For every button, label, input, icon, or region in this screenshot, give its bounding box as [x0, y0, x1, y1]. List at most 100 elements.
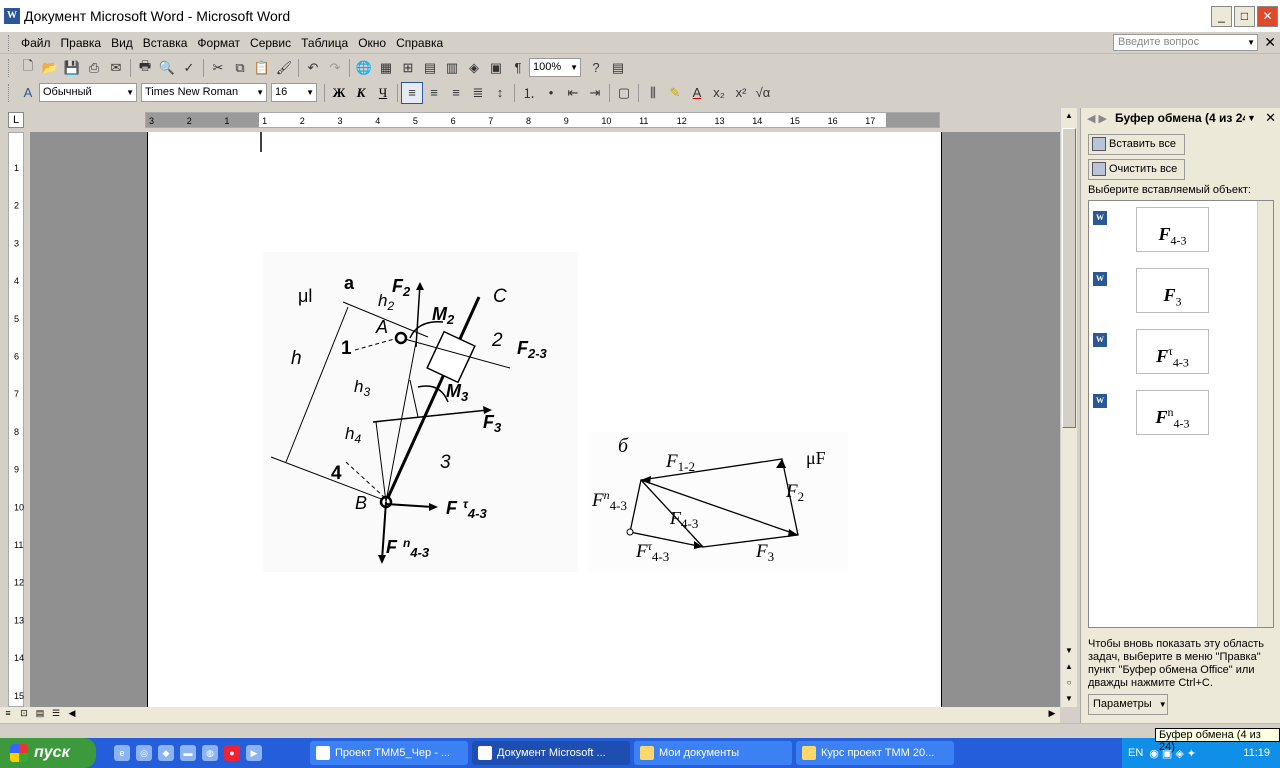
clear-all-button[interactable]: Очистить все — [1088, 159, 1185, 180]
scroll-down-icon[interactable]: ▼ — [1061, 643, 1077, 659]
borders-icon[interactable]: ▢ — [613, 82, 635, 104]
ask-question-input[interactable]: Введите вопрос ▼ — [1113, 34, 1258, 51]
toolbar-grip[interactable] — [8, 83, 11, 102]
print-preview-icon[interactable]: 🔍 — [156, 57, 178, 79]
document-area[interactable]: μl a F2 h2 C A M2 1 2 F2-3 h h3 M3 F3 h4… — [30, 132, 1060, 707]
task-button[interactable]: Курс проект ТММ 20... — [796, 741, 954, 765]
columns-icon[interactable]: ▥ — [441, 57, 463, 79]
decrease-indent-icon[interactable]: ⇤ — [562, 82, 584, 104]
tab-selector[interactable]: L — [8, 112, 24, 128]
insert-excel-icon[interactable]: ▤ — [419, 57, 441, 79]
clipboard-item[interactable]: W Fn4-3 — [1093, 390, 1253, 440]
line-spacing-icon[interactable]: ↕ — [489, 82, 511, 104]
permission-icon[interactable]: ⎙ — [83, 57, 105, 79]
drive-icon[interactable]: ▬ — [180, 745, 196, 761]
chevron-down-icon[interactable]: ▼ — [570, 59, 578, 76]
toolbar-grip[interactable] — [8, 58, 11, 77]
scroll-up-icon[interactable]: ▲ — [1061, 108, 1077, 124]
media-icon[interactable]: ● — [224, 745, 240, 761]
asian-layout-icon[interactable]: ⫼ — [642, 82, 664, 104]
task-button[interactable]: Мои документы — [634, 741, 792, 765]
styles-icon[interactable]: A — [17, 82, 39, 104]
align-center-icon[interactable]: ≡ — [423, 82, 445, 104]
bullets-icon[interactable]: • — [540, 82, 562, 104]
highlight-icon[interactable]: ✎ — [664, 82, 686, 104]
clipboard-item[interactable]: W F3 — [1093, 268, 1253, 318]
back-forward-icon[interactable]: ◀ ▶ — [1087, 112, 1107, 125]
print-view-icon[interactable]: ▤ — [32, 708, 48, 722]
outline-view-icon[interactable]: ☰ — [48, 708, 64, 722]
player-icon[interactable]: ▶ — [246, 745, 262, 761]
increase-indent-icon[interactable]: ⇥ — [584, 82, 606, 104]
menu-grip[interactable] — [8, 34, 11, 51]
ie-icon[interactable]: e — [114, 745, 130, 761]
tables-borders-icon[interactable]: ▦ — [375, 57, 397, 79]
menu-table[interactable]: Таблица — [299, 34, 356, 52]
open-icon[interactable]: 📂 — [39, 57, 61, 79]
document-close-icon[interactable]: ✕ — [1264, 34, 1276, 51]
options-button[interactable]: Параметры ▼ — [1088, 694, 1168, 715]
insert-table-icon[interactable]: ⊞ — [397, 57, 419, 79]
zoom-select[interactable]: 100% ▼ — [529, 58, 581, 77]
align-right-icon[interactable]: ≡ — [445, 82, 467, 104]
subscript-icon[interactable]: x₂ — [708, 82, 730, 104]
next-page-icon[interactable]: ▼ — [1061, 691, 1077, 707]
align-left-icon[interactable]: ≡ — [401, 81, 423, 104]
vertical-ruler[interactable]: 1 2 3 4 5 6 7 8 9 10 11 12 13 14 15 — [8, 132, 24, 707]
chevron-down-icon[interactable]: ▼ — [126, 84, 134, 101]
language-indicator[interactable]: EN — [1128, 747, 1143, 759]
save-icon[interactable]: 💾 — [61, 57, 83, 79]
undo-icon[interactable]: ↶ — [302, 57, 324, 79]
cut-icon[interactable]: ✂ — [207, 57, 229, 79]
font-color-icon[interactable]: A — [686, 82, 708, 104]
word-app-icon[interactable]: W — [4, 8, 20, 24]
new-document-icon[interactable]: 🗋 — [17, 57, 39, 79]
previous-page-icon[interactable]: ▲ — [1061, 659, 1077, 675]
normal-view-icon[interactable]: ≡ — [0, 708, 16, 722]
menu-view[interactable]: Вид — [109, 34, 141, 52]
read-icon[interactable]: ▤ — [607, 57, 629, 79]
menu-insert[interactable]: Вставка — [141, 34, 196, 52]
hyperlink-icon[interactable]: 🌐 — [353, 57, 375, 79]
chevron-down-icon[interactable]: ▼ — [306, 84, 314, 101]
horizontal-ruler[interactable]: 3 2 1 1 2 3 4 5 6 7 8 9 10 11 12 13 14 15 16 17 — [145, 112, 940, 128]
menu-edit[interactable]: Правка — [59, 34, 110, 52]
equation-icon[interactable]: √α — [752, 82, 774, 104]
show-hide-icon[interactable]: ¶ — [507, 57, 529, 79]
menu-file[interactable]: Файл — [19, 34, 59, 52]
clock[interactable]: 11:19 — [1243, 747, 1270, 759]
task-pane-scrollbar[interactable] — [1257, 201, 1273, 627]
browse-object-icon[interactable]: ○ — [1061, 675, 1077, 691]
menu-help[interactable]: Справка — [394, 34, 451, 52]
scroll-left-icon[interactable]: ◀ — [64, 708, 80, 722]
close-button[interactable]: ✕ — [1257, 6, 1278, 27]
help-icon[interactable]: ? — [585, 57, 607, 79]
minimize-button[interactable]: _ — [1211, 6, 1232, 27]
scroll-right-icon[interactable]: ▶ — [1044, 708, 1060, 722]
font-size-select[interactable]: 16 ▼ — [271, 83, 317, 102]
chevron-down-icon[interactable]: ▼ — [256, 84, 264, 101]
clipboard-items-list[interactable]: W F4-3 W F3 W Fτ4-3 W Fn4-3 — [1088, 200, 1274, 628]
chevron-down-icon[interactable]: ▼ — [1247, 113, 1256, 123]
scroll-thumb[interactable] — [1062, 128, 1076, 428]
menu-window[interactable]: Окно — [356, 34, 394, 52]
menu-format[interactable]: Формат — [195, 34, 248, 52]
italic-button[interactable]: К — [350, 82, 372, 104]
network-icon[interactable]: ◍ — [202, 745, 218, 761]
close-icon[interactable]: ✕ — [1265, 110, 1276, 126]
underline-button[interactable]: Ч — [372, 82, 394, 104]
web-view-icon[interactable]: ⊡ — [16, 708, 32, 722]
copy-icon[interactable]: ⧉ — [229, 57, 251, 79]
task-button[interactable]: Проект ТММ5_Чер - ... — [310, 741, 468, 765]
paste-all-button[interactable]: Вставить все — [1088, 134, 1185, 155]
spelling-icon[interactable]: ✓ — [178, 57, 200, 79]
format-painter-icon[interactable]: 🖌 — [273, 57, 295, 79]
superscript-icon[interactable]: x² — [730, 82, 752, 104]
document-page[interactable]: μl a F2 h2 C A M2 1 2 F2-3 h h3 M3 F3 h4… — [147, 132, 942, 707]
vertical-scrollbar[interactable]: ▲ ▼ ▲ ○ ▼ — [1060, 108, 1077, 707]
start-button[interactable]: пуск — [0, 738, 96, 768]
paste-icon[interactable]: 📋 — [251, 57, 273, 79]
font-select[interactable]: Times New Roman ▼ — [141, 83, 267, 102]
drawing-icon[interactable]: ◈ — [463, 57, 485, 79]
horizontal-scrollbar[interactable]: ≡ ⊡ ▤ ☰ ◀ ▶ — [0, 707, 1060, 723]
